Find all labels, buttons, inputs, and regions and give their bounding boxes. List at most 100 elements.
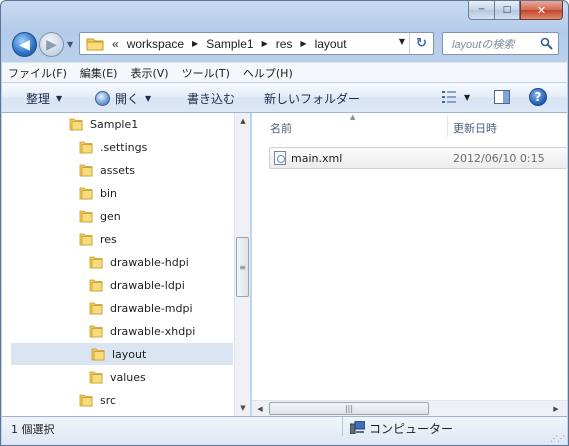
- navigation-tree: Sample1 .settings assets bin gen res drawable-…: [2, 113, 250, 416]
- tree-item-drawable-xhdpi[interactable]: drawable-xhdpi: [89, 320, 195, 342]
- tree-item-assets[interactable]: assets: [79, 159, 135, 181]
- tree-item-label: Sample1: [90, 117, 139, 131]
- menu-file[interactable]: ファイル(F): [8, 65, 67, 81]
- tree-item-values[interactable]: values: [89, 366, 146, 388]
- back-button[interactable]: ◀: [12, 32, 37, 57]
- chevron-down-icon: ▼: [145, 94, 152, 103]
- recent-pages-dropdown[interactable]: ▼: [67, 40, 73, 49]
- tree-item-src[interactable]: src: [79, 389, 116, 411]
- tree-item-label: bin: [100, 186, 118, 200]
- address-bar[interactable]: « workspace ▶ Sample1 ▶ res ▶ layout ▼ ↻: [79, 32, 434, 55]
- folder-icon: [79, 233, 93, 246]
- menu-bar: ファイル(F) 編集(E) 表示(V) ツール(T) ヘルプ(H): [2, 62, 567, 82]
- tree-item-drawable-hdpi[interactable]: drawable-hdpi: [89, 251, 189, 273]
- tree-item-label: layout: [112, 347, 147, 361]
- caption-buttons: ─ □ ✕: [468, 1, 563, 20]
- crumb-separator-icon[interactable]: ▶: [262, 39, 268, 48]
- file-list-pane: ▲ 名前 更新日時 main.xml 2012/06/10 0:15 ◀ |||…: [252, 113, 567, 416]
- computer-icon: [350, 421, 365, 434]
- search-icon[interactable]: [540, 37, 553, 50]
- folder-icon: [89, 325, 103, 338]
- scroll-up-arrow[interactable]: ▲: [235, 113, 251, 129]
- maximize-button[interactable]: □: [494, 1, 520, 20]
- new-folder-label: 新しいフォルダー: [264, 92, 361, 106]
- command-bar: 整理 ▼ 開く ▼ 書き込む 新しいフォルダー ▼ ?: [2, 83, 567, 113]
- scroll-right-arrow[interactable]: ▶: [548, 401, 564, 417]
- tree-item-label: values: [110, 370, 146, 384]
- file-name: main.xml: [291, 152, 343, 165]
- folder-icon: [79, 187, 93, 200]
- location-label: コンピューター: [369, 422, 454, 436]
- scroll-down-arrow[interactable]: ▼: [235, 400, 251, 416]
- preview-pane-icon[interactable]: [494, 90, 510, 104]
- column-header-modified[interactable]: 更新日時: [453, 120, 497, 136]
- help-icon[interactable]: ?: [529, 88, 547, 106]
- new-folder-button[interactable]: 新しいフォルダー: [264, 90, 360, 107]
- search-placeholder: layoutの検索: [452, 38, 515, 51]
- crumb-res[interactable]: res: [276, 37, 293, 51]
- list-horizontal-scrollbar[interactable]: ◀ ||| ▶: [252, 400, 567, 416]
- folder-icon: [69, 118, 83, 131]
- resize-grip[interactable]: ⋰⋰: [550, 434, 565, 443]
- sort-ascending-icon: ▲: [350, 113, 356, 121]
- menu-help[interactable]: ヘルプ(H): [243, 65, 293, 81]
- folder-icon: [79, 210, 93, 223]
- tree-vertical-scrollbar[interactable]: ▲ ≡ ▼: [234, 113, 250, 416]
- tree-item-label: gen: [100, 209, 121, 223]
- tree-item-bin[interactable]: bin: [79, 182, 117, 204]
- forward-button[interactable]: ▶: [39, 32, 64, 57]
- folder-icon: [79, 394, 93, 407]
- address-dropdown[interactable]: ▼: [399, 37, 405, 46]
- folder-icon: [89, 371, 103, 384]
- open-button[interactable]: 開く ▼: [95, 90, 151, 107]
- crumb-separator-icon[interactable]: ▶: [192, 39, 198, 48]
- organize-label: 整理: [26, 92, 51, 106]
- folder-icon: [79, 164, 93, 177]
- tree-item-label: assets: [100, 163, 136, 177]
- scroll-thumb[interactable]: ≡: [236, 237, 249, 297]
- column-divider[interactable]: [447, 115, 448, 137]
- tree-item-label: src: [100, 393, 117, 407]
- tree-item-label: drawable-ldpi: [110, 278, 185, 292]
- tree-item-drawable-mdpi[interactable]: drawable-mdpi: [89, 297, 193, 319]
- tree-item-res[interactable]: res: [79, 228, 117, 250]
- explorer-window: ─ □ ✕ ◀ ▶ ▼ « workspace ▶ Sample1 ▶ res …: [0, 0, 569, 446]
- crumb-separator-icon[interactable]: ▶: [300, 39, 306, 48]
- tree-item-label: drawable-hdpi: [110, 255, 189, 269]
- tree-item-gen[interactable]: gen: [79, 205, 121, 227]
- folder-icon: [91, 348, 105, 361]
- tree-item-label: res: [100, 232, 117, 246]
- menu-tools[interactable]: ツール(T): [182, 65, 230, 81]
- tree-item-label: drawable-xhdpi: [110, 324, 196, 338]
- xml-file-icon: [274, 151, 286, 165]
- scroll-thumb[interactable]: |||: [269, 402, 429, 415]
- tree-item-settings[interactable]: .settings: [79, 136, 147, 158]
- chevron-down-icon: ▼: [56, 94, 63, 103]
- crumb-sample1[interactable]: Sample1: [206, 37, 253, 51]
- tree-item-drawable-ldpi[interactable]: drawable-ldpi: [89, 274, 185, 296]
- file-row[interactable]: main.xml 2012/06/10 0:15: [269, 147, 567, 169]
- organize-button[interactable]: 整理 ▼: [26, 90, 62, 107]
- crumb-workspace[interactable]: workspace: [127, 37, 184, 51]
- close-button[interactable]: ✕: [520, 1, 563, 20]
- column-header-name[interactable]: 名前: [270, 120, 292, 136]
- scroll-left-arrow[interactable]: ◀: [252, 401, 268, 417]
- view-dropdown-icon[interactable]: ▼: [464, 93, 470, 102]
- address-overflow[interactable]: «: [112, 37, 119, 51]
- status-divider: [342, 417, 343, 436]
- crumb-layout[interactable]: layout: [315, 37, 347, 51]
- refresh-button[interactable]: ↻: [409, 33, 433, 54]
- open-label: 開く: [115, 92, 140, 106]
- tree-item-sample1[interactable]: Sample1: [69, 113, 138, 135]
- burn-label: 書き込む: [187, 92, 236, 106]
- tree-item-label: drawable-mdpi: [110, 301, 193, 315]
- search-box[interactable]: layoutの検索: [442, 32, 559, 55]
- status-bar: 1 個選択 コンピューター ⋰⋰: [2, 416, 567, 445]
- view-options-icon[interactable]: [442, 91, 456, 103]
- selection-count: 1 個選択: [11, 423, 55, 436]
- burn-button[interactable]: 書き込む: [187, 90, 235, 107]
- menu-view[interactable]: 表示(V): [130, 65, 168, 81]
- tree-item-layout[interactable]: layout: [11, 343, 233, 365]
- menu-edit[interactable]: 編集(E): [80, 65, 118, 81]
- minimize-button[interactable]: ─: [468, 1, 494, 20]
